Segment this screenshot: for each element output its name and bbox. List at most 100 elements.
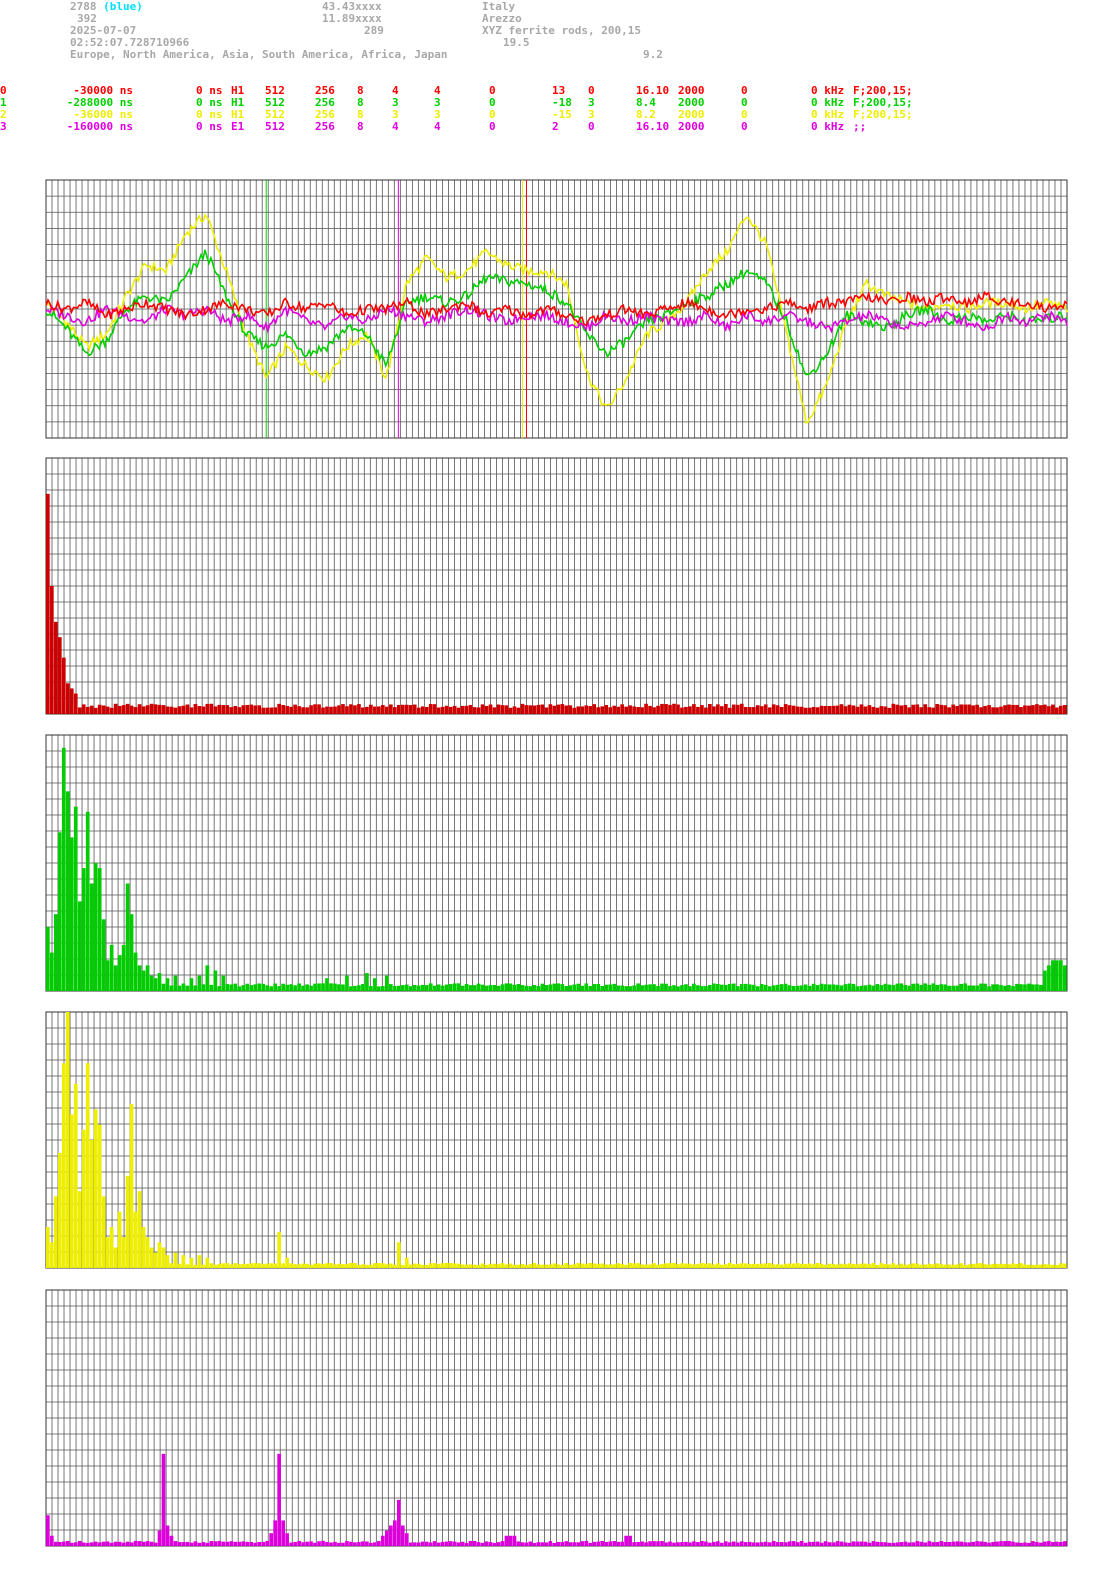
- bar: [185, 1264, 190, 1268]
- bar: [193, 985, 198, 991]
- bar: [396, 1499, 401, 1546]
- bar: [1039, 984, 1043, 991]
- bar: [237, 1264, 242, 1268]
- bar: [887, 1264, 892, 1268]
- grid: [45, 1011, 1068, 1269]
- bar: [859, 1263, 864, 1268]
- channel-3-n2: 256: [315, 120, 335, 133]
- bar: [349, 704, 353, 714]
- bar: [404, 704, 409, 714]
- bar: [528, 1264, 533, 1268]
- bar: [779, 706, 784, 714]
- bar: [241, 985, 246, 991]
- bar: [895, 1542, 900, 1546]
- bar: [293, 704, 297, 714]
- bar: [568, 1542, 573, 1546]
- bar: [249, 704, 254, 714]
- bar: [532, 705, 537, 714]
- bar: [560, 704, 565, 714]
- bar: [396, 705, 401, 714]
- bar: [392, 1264, 397, 1268]
- bar: [365, 1541, 369, 1546]
- bar: [412, 1542, 417, 1546]
- bar: [907, 1542, 912, 1546]
- bar: [508, 1535, 513, 1546]
- bar: [700, 986, 704, 991]
- bar: [827, 984, 832, 991]
- bar: [580, 1263, 585, 1268]
- bar: [273, 1520, 277, 1546]
- bar: [1043, 1541, 1047, 1546]
- bar: [69, 1114, 74, 1268]
- channel-3-offset: -160000 ns: [66, 120, 133, 133]
- bar: [500, 705, 505, 714]
- bar: [807, 1263, 812, 1268]
- bar: [424, 1541, 429, 1546]
- bar: [636, 1542, 640, 1546]
- bar: [1027, 1264, 1031, 1268]
- bar: [724, 1264, 728, 1268]
- header-regions: Europe, North America, Asia, South Ameri…: [70, 48, 448, 61]
- station-color-label: (blue): [103, 0, 143, 13]
- bar: [716, 1263, 720, 1268]
- bar: [688, 1263, 692, 1268]
- bar: [496, 985, 501, 991]
- bar: [217, 704, 222, 714]
- bar: [512, 984, 517, 991]
- bar: [269, 707, 274, 714]
- bar: [133, 952, 138, 991]
- bar: [983, 705, 987, 714]
- bar: [576, 1263, 581, 1268]
- bar: [724, 703, 728, 714]
- bar: [245, 704, 250, 714]
- bar: [943, 984, 948, 991]
- bar: [201, 706, 206, 714]
- bar: [385, 975, 389, 991]
- bar: [217, 986, 222, 991]
- bar: [105, 706, 110, 714]
- bar: [755, 1542, 760, 1546]
- bar: [456, 707, 461, 714]
- bar: [588, 706, 593, 714]
- bar: [628, 1262, 632, 1268]
- bar: [1039, 1542, 1043, 1546]
- bar: [357, 985, 361, 991]
- bar: [209, 703, 214, 714]
- bar: [1035, 704, 1039, 714]
- bar: [353, 705, 357, 714]
- bar: [588, 1262, 593, 1268]
- bar: [197, 1255, 202, 1268]
- bar: [803, 1542, 808, 1546]
- bar: [321, 1540, 325, 1546]
- bar: [293, 1541, 297, 1546]
- bar: [775, 984, 780, 991]
- bar: [484, 1264, 489, 1268]
- bar: [712, 983, 716, 991]
- bar: [249, 985, 254, 991]
- bar: [771, 704, 776, 714]
- channel-3-f4: 0 kHz: [811, 120, 845, 133]
- spectrum-panel-channel-3: [45, 1289, 1068, 1547]
- bar: [169, 1535, 174, 1546]
- bar: [696, 706, 700, 714]
- bar: [987, 705, 991, 714]
- bar: [69, 837, 74, 991]
- bar: [915, 1263, 920, 1268]
- bar: [528, 1541, 533, 1546]
- bar: [408, 705, 413, 714]
- bar: [133, 707, 138, 714]
- bar: [831, 984, 836, 991]
- bar: [536, 704, 541, 714]
- bar: [803, 707, 808, 714]
- bar: [720, 1542, 724, 1546]
- bar: [153, 978, 158, 991]
- bar: [724, 984, 728, 991]
- bar: [181, 705, 186, 714]
- waveform-panel: [45, 179, 1068, 439]
- bar: [197, 975, 202, 991]
- bar: [400, 704, 405, 714]
- bar: [863, 985, 868, 991]
- bar: [1031, 1264, 1035, 1268]
- bar: [652, 707, 656, 714]
- bar: [476, 1264, 481, 1268]
